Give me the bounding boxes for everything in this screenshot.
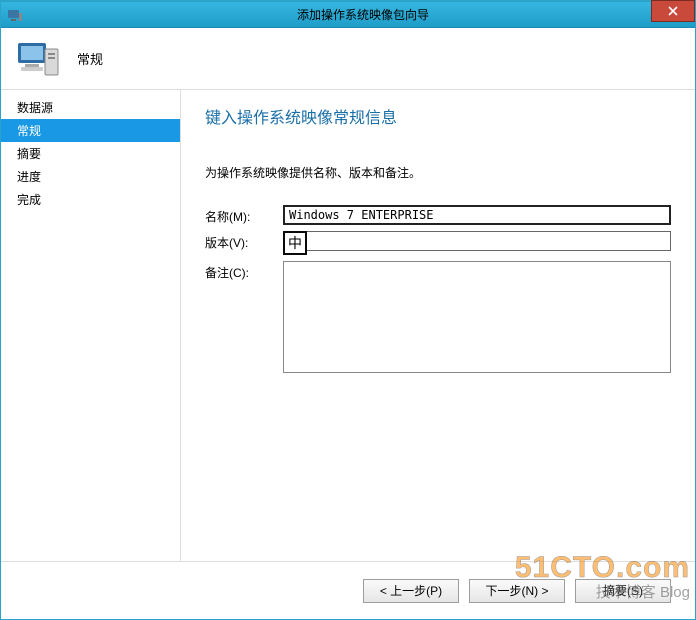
ime-indicator[interactable]: 中 [283, 231, 307, 255]
name-input[interactable] [283, 205, 671, 225]
label-name: 名称(M): [205, 205, 283, 225]
row-version: 版本(V): 中 [205, 231, 671, 255]
summary-button[interactable]: 摘要(S) [575, 579, 671, 603]
instruction-text: 为操作系统映像提供名称、版本和备注。 [205, 164, 671, 181]
prev-button[interactable]: < 上一步(P) [363, 579, 459, 603]
sidebar-item-datasource[interactable]: 数据源 [1, 96, 180, 119]
button-bar: < 上一步(P) 下一步(N) > 摘要(S) [1, 561, 695, 619]
sidebar-item-finish[interactable]: 完成 [1, 188, 180, 211]
titlebar-title: 添加操作系统映像包向导 [31, 6, 695, 23]
wizard-window: 添加操作系统映像包向导 常规 数据源 常规 摘要 进度 完成 [0, 0, 696, 620]
titlebar: 添加操作系统映像包向导 [1, 2, 695, 28]
content-panel: 键入操作系统映像常规信息 为操作系统映像提供名称、版本和备注。 名称(M): 版… [181, 90, 695, 561]
computer-icon [15, 35, 63, 83]
wizard-body: 数据源 常规 摘要 进度 完成 键入操作系统映像常规信息 为操作系统映像提供名称… [1, 90, 695, 561]
sidebar-item-general[interactable]: 常规 [1, 119, 180, 142]
header-banner: 常规 [1, 28, 695, 90]
row-comment: 备注(C): [205, 261, 671, 376]
sidebar-item-summary[interactable]: 摘要 [1, 142, 180, 165]
header-title: 常规 [77, 49, 103, 68]
version-input[interactable] [306, 231, 671, 251]
close-button[interactable] [651, 0, 695, 22]
label-comment: 备注(C): [205, 261, 283, 281]
sidebar: 数据源 常规 摘要 进度 完成 [1, 90, 181, 561]
label-version: 版本(V): [205, 231, 283, 251]
app-icon [7, 7, 23, 23]
row-name: 名称(M): [205, 205, 671, 225]
next-button[interactable]: 下一步(N) > [469, 579, 565, 603]
content-heading: 键入操作系统映像常规信息 [205, 104, 671, 128]
sidebar-item-progress[interactable]: 进度 [1, 165, 180, 188]
comment-textarea[interactable] [283, 261, 671, 373]
